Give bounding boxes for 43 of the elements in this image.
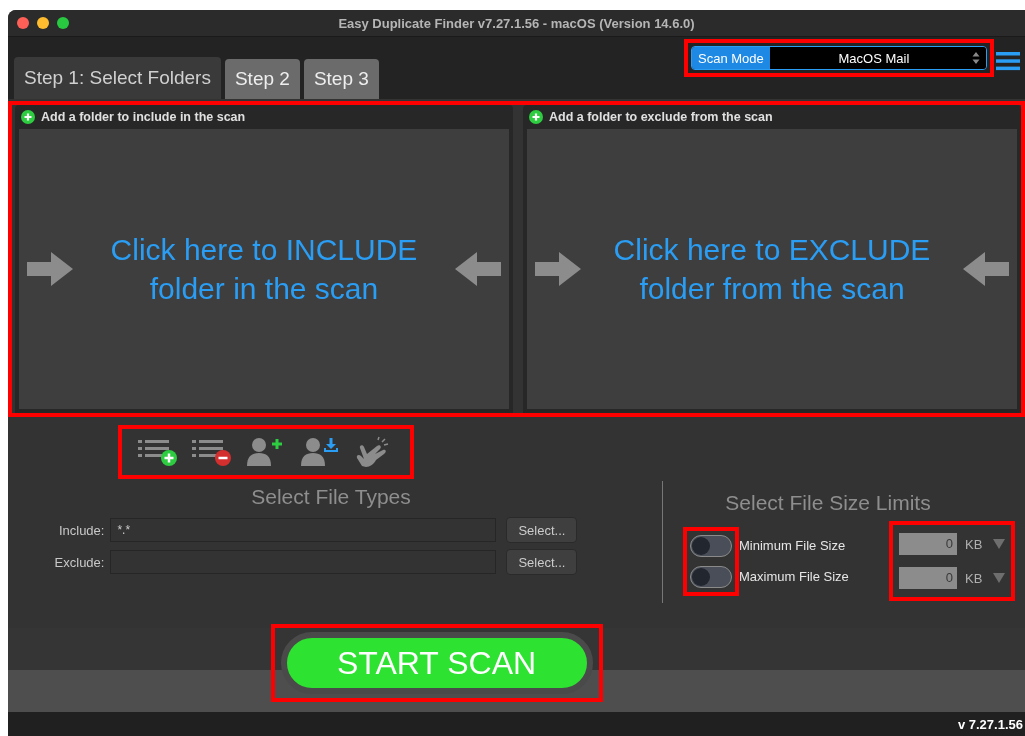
plus-circle-icon[interactable] (529, 110, 543, 124)
field-label: Exclude: (54, 554, 105, 570)
zoom-button[interactable] (57, 17, 69, 29)
section-title: Select File Size Limits (724, 491, 932, 515)
up-down-arrows-icon (972, 51, 980, 65)
plus-circle-icon[interactable] (21, 110, 35, 124)
drop-zone[interactable]: Click here to INCLUDE folder in the scan (19, 129, 509, 409)
close-button[interactable] (17, 17, 29, 29)
tab[interactable]: Step 1: Select Folders (14, 57, 221, 99)
text-field[interactable]: *.* (110, 518, 497, 542)
toggle-switch[interactable] (690, 534, 732, 557)
select-button[interactable]: Select... (506, 549, 578, 575)
scan-mode-dropdown[interactable]: Scan Mode MacOS Mail (691, 46, 987, 70)
version-label: v 7.27.1.56 (957, 716, 1024, 732)
window-title: Easy Duplicate Finder v7.27.1.56 - macOS (Version 14.6.0) (337, 15, 696, 31)
unit-label: KB (965, 570, 984, 586)
right-arrow-icon (27, 250, 73, 288)
panel-header: Add a folder to include in the scan (41, 110, 246, 124)
scan-mode-label: Scan Mode (692, 47, 770, 69)
dropdown-triangle-icon[interactable] (993, 573, 1005, 583)
drop-zone-prompt: Click here to INCLUDE folder in the scan (109, 232, 419, 307)
minimize-button[interactable] (37, 17, 49, 29)
field-label: Include: (57, 522, 105, 538)
size-field[interactable]: 0 (899, 533, 957, 555)
unit-label: KB (965, 536, 984, 552)
toggle-label: Maximum File Size (739, 569, 850, 584)
left-arrow-icon (963, 250, 1009, 288)
person-download-icon[interactable] (300, 436, 340, 468)
left-arrow-icon (455, 250, 501, 288)
menu-icon[interactable] (996, 51, 1020, 71)
section-title: Select File Types (251, 485, 411, 509)
toggle-switch[interactable] (690, 565, 732, 588)
tab[interactable]: Step 3 (303, 59, 379, 99)
panel-header: Add a folder to exclude from the scan (549, 110, 773, 124)
dropdown-value: MacOS Mail (837, 50, 911, 66)
toggle-label: Minimum File Size (739, 538, 847, 553)
select-button[interactable]: Select... (506, 517, 578, 543)
right-arrow-icon (535, 250, 581, 288)
tab[interactable]: Step 2 (224, 59, 300, 99)
drop-zone-prompt: Click here to EXCLUDE folder from the scan (612, 232, 932, 307)
dropdown-triangle-icon[interactable] (993, 539, 1005, 549)
drop-zone[interactable]: Click here to EXCLUDE folder from the scan (527, 129, 1017, 409)
size-field[interactable]: 0 (899, 567, 957, 589)
